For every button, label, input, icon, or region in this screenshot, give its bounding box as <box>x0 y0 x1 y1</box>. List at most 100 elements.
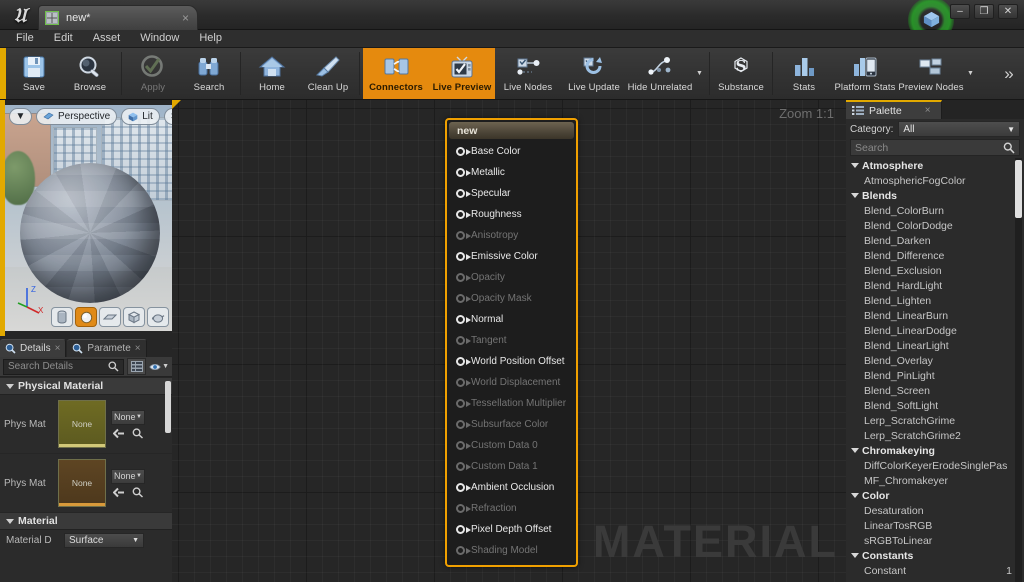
cube-preview-shape-button[interactable] <box>123 307 145 327</box>
palette-list-item[interactable]: DiffColorKeyerErodeSinglePas <box>848 458 1024 473</box>
node-pin-row[interactable]: Roughness <box>447 204 576 225</box>
node-pin-connector-icon[interactable] <box>456 315 471 324</box>
palette-category-header[interactable]: Color <box>848 488 1024 503</box>
cylinder-preview-shape-button[interactable] <box>51 307 73 327</box>
material-domain-dropdown[interactable]: Surface ▼ <box>64 533 144 548</box>
toolbar-button-save[interactable]: Save <box>6 48 62 99</box>
palette-list-item[interactable]: Blend_Exclusion <box>848 263 1024 278</box>
node-pin-connector-icon[interactable] <box>456 462 471 471</box>
palette-list-item[interactable]: Lerp_ScratchGrime2 <box>848 428 1024 443</box>
menu-item-asset[interactable]: Asset <box>83 30 131 47</box>
details-section-material[interactable]: Material <box>0 513 172 530</box>
node-pin-row[interactable]: World Position Offset <box>447 351 576 372</box>
node-pin-connector-icon[interactable] <box>456 273 471 282</box>
palette-category-header[interactable]: Atmosphere <box>848 158 1024 173</box>
menu-item-window[interactable]: Window <box>130 30 189 47</box>
minimize-button[interactable]: – <box>950 4 970 19</box>
viewport-lit-button[interactable]: Lit <box>121 108 160 125</box>
phys-material-dropdown[interactable]: None ▼ <box>111 409 145 425</box>
viewport-options-dropdown[interactable]: ▼ <box>9 108 32 125</box>
node-pin-connector-icon[interactable] <box>456 441 471 450</box>
close-window-button[interactable]: ✕ <box>998 4 1018 19</box>
details-view-grid-button[interactable] <box>127 358 146 375</box>
palette-list-item[interactable]: Desaturation <box>848 503 1024 518</box>
palette-list-item[interactable]: Blend_Lighten <box>848 293 1024 308</box>
node-pin-row[interactable]: Refraction <box>447 498 576 519</box>
palette-list-item[interactable]: Blend_SoftLight <box>848 398 1024 413</box>
browse-to-asset-icon[interactable] <box>132 486 144 498</box>
close-icon[interactable]: × <box>55 343 61 354</box>
toolbar-button-live-nodes[interactable]: Live Nodes <box>495 48 561 99</box>
details-search-input[interactable]: Search Details <box>3 358 124 375</box>
toolbar-button-platform-stats[interactable]: Platform Stats <box>832 48 898 99</box>
node-pin-row[interactable]: Ambient Occlusion <box>447 477 576 498</box>
node-pin-row[interactable]: Specular <box>447 183 576 204</box>
tab-palette[interactable]: Palette × <box>846 100 942 119</box>
palette-list-item[interactable]: Lerp_ScratchGrime <box>848 413 1024 428</box>
node-pin-connector-icon[interactable] <box>456 168 471 177</box>
palette-list-item[interactable]: sRGBToLinear <box>848 533 1024 548</box>
teapot-preview-shape-button[interactable] <box>147 307 169 327</box>
node-pin-row[interactable]: Normal <box>447 309 576 330</box>
phys-material-thumbnail[interactable]: None <box>58 459 106 507</box>
phys-material-thumbnail[interactable]: None <box>58 400 106 448</box>
palette-list-item[interactable]: Blend_HardLight <box>848 278 1024 293</box>
menu-item-file[interactable]: File <box>6 30 44 47</box>
material-preview-viewport[interactable]: ▼ Perspective Lit Sho <box>5 105 172 331</box>
toolbar-button-search[interactable]: Search <box>181 48 237 99</box>
toolbar-button-apply[interactable]: Apply <box>125 48 181 99</box>
menu-item-edit[interactable]: Edit <box>44 30 83 47</box>
node-pin-row[interactable]: Custom Data 0 <box>447 435 576 456</box>
node-pin-row[interactable]: Opacity Mask <box>447 288 576 309</box>
palette-category-dropdown[interactable]: All ▼ <box>898 121 1020 137</box>
node-pin-connector-icon[interactable] <box>456 546 471 555</box>
node-pin-connector-icon[interactable] <box>456 357 471 366</box>
node-pin-connector-icon[interactable] <box>456 294 471 303</box>
tab-details[interactable]: Details × <box>0 339 67 357</box>
node-pin-connector-icon[interactable] <box>456 420 471 429</box>
material-output-node[interactable]: new Base Color Metallic Specular Roughness A… <box>445 118 578 567</box>
close-icon[interactable]: × <box>182 11 191 25</box>
palette-list-item[interactable]: AtmosphericFogColor <box>848 173 1024 188</box>
node-pin-row[interactable]: Shading Model <box>447 540 576 561</box>
toolbar-button-live-preview[interactable]: Live Preview <box>429 48 495 99</box>
node-pin-row[interactable]: Tessellation Multiplier <box>447 393 576 414</box>
palette-list-item[interactable]: Blend_Darken <box>848 233 1024 248</box>
node-pin-row[interactable]: Subsurface Color <box>447 414 576 435</box>
toolbar-overflow-button[interactable]: » <box>994 48 1024 99</box>
menu-item-help[interactable]: Help <box>189 30 232 47</box>
node-pin-row[interactable]: Opacity <box>447 267 576 288</box>
palette-list-item[interactable]: Blend_ColorDodge <box>848 218 1024 233</box>
use-selected-arrow-icon[interactable] <box>113 487 125 498</box>
palette-category-header[interactable]: Chromakeying <box>848 443 1024 458</box>
palette-list-item[interactable]: Blend_Difference <box>848 248 1024 263</box>
node-pin-row[interactable]: Tangent <box>447 330 576 351</box>
preview-nodes-dropdown-arrow[interactable]: ▼ <box>964 48 977 99</box>
toolbar-button-clean-up[interactable]: Clean Up <box>300 48 356 99</box>
phys-material-dropdown[interactable]: None ▼ <box>111 468 145 484</box>
close-icon[interactable]: × <box>925 105 931 116</box>
palette-list-item[interactable]: Blend_LinearDodge <box>848 323 1024 338</box>
node-pin-row[interactable]: Metallic <box>447 162 576 183</box>
maximize-button[interactable]: ❐ <box>974 4 994 19</box>
node-pin-connector-icon[interactable] <box>456 231 471 240</box>
palette-list-item[interactable]: MF_Chromakeyer <box>848 473 1024 488</box>
palette-list-item[interactable]: Blend_PinLight <box>848 368 1024 383</box>
node-pin-row[interactable]: Base Color <box>447 141 576 162</box>
palette-list-item[interactable]: Blend_LinearBurn <box>848 308 1024 323</box>
details-section-physical-material[interactable]: Physical Material <box>0 378 172 395</box>
node-pin-connector-icon[interactable] <box>456 483 471 492</box>
toolbar-button-stats[interactable]: Stats <box>776 48 832 99</box>
node-pin-connector-icon[interactable] <box>456 399 471 408</box>
palette-list-item[interactable]: Blend_LinearLight <box>848 338 1024 353</box>
palette-scrollbar-thumb[interactable] <box>1015 160 1022 218</box>
use-selected-arrow-icon[interactable] <box>113 428 125 439</box>
node-pin-connector-icon[interactable] <box>456 378 471 387</box>
node-pin-connector-icon[interactable] <box>456 525 471 534</box>
node-pin-row[interactable]: Pixel Depth Offset <box>447 519 576 540</box>
hide-unrelated-dropdown-arrow[interactable]: ▼ <box>693 48 706 99</box>
toolbar-button-home[interactable]: Home <box>244 48 300 99</box>
plane-preview-shape-button[interactable] <box>99 307 121 327</box>
node-pin-row[interactable]: Custom Data 1 <box>447 456 576 477</box>
palette-list-item[interactable]: Constant 1 <box>848 563 1024 578</box>
